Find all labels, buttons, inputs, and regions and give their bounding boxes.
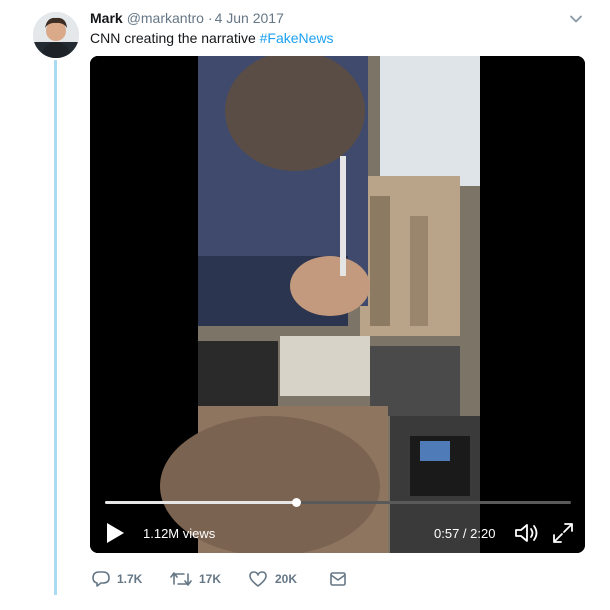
reply-action[interactable]: 1.7K	[92, 570, 142, 588]
hashtag-link[interactable]: #FakeNews	[260, 30, 334, 46]
video-frame	[90, 56, 585, 553]
author-handle[interactable]: @markantro	[127, 10, 204, 26]
progress-fill	[105, 501, 297, 504]
share-icon[interactable]	[329, 570, 347, 588]
thread-line	[54, 60, 57, 595]
tweet-text-main: CNN creating the narrative	[90, 30, 260, 46]
fullscreen-icon[interactable]	[552, 522, 574, 544]
like-action[interactable]: 20K	[248, 570, 297, 588]
progress-bar[interactable]	[105, 498, 571, 507]
video-player[interactable]: 1.12M views 0:57 / 2:20	[90, 56, 585, 553]
progress-handle[interactable]	[292, 498, 302, 507]
play-icon[interactable]	[105, 522, 125, 544]
retweet-icon[interactable]	[170, 570, 192, 588]
like-icon[interactable]	[248, 570, 268, 588]
reply-count: 1.7K	[117, 572, 143, 586]
tweet-text: CNN creating the narrative #FakeNews	[90, 30, 334, 46]
like-count: 20K	[275, 572, 298, 586]
reply-icon[interactable]	[92, 570, 110, 588]
share-action[interactable]	[329, 570, 354, 588]
retweet-count: 17K	[199, 572, 222, 586]
video-time: 0:57 / 2:20	[434, 526, 496, 541]
separator-dot: ·	[207, 10, 213, 26]
retweet-action[interactable]: 17K	[170, 570, 221, 588]
author-name[interactable]: Mark	[90, 10, 123, 26]
view-count: 1.12M views	[143, 526, 216, 541]
tweet-header: Mark @markantro · 4 Jun 2017	[90, 10, 284, 26]
volume-icon[interactable]	[514, 522, 540, 544]
tweet-date[interactable]: 4 Jun 2017	[215, 10, 284, 26]
chevron-down-icon[interactable]	[569, 12, 583, 26]
avatar[interactable]	[33, 12, 79, 58]
